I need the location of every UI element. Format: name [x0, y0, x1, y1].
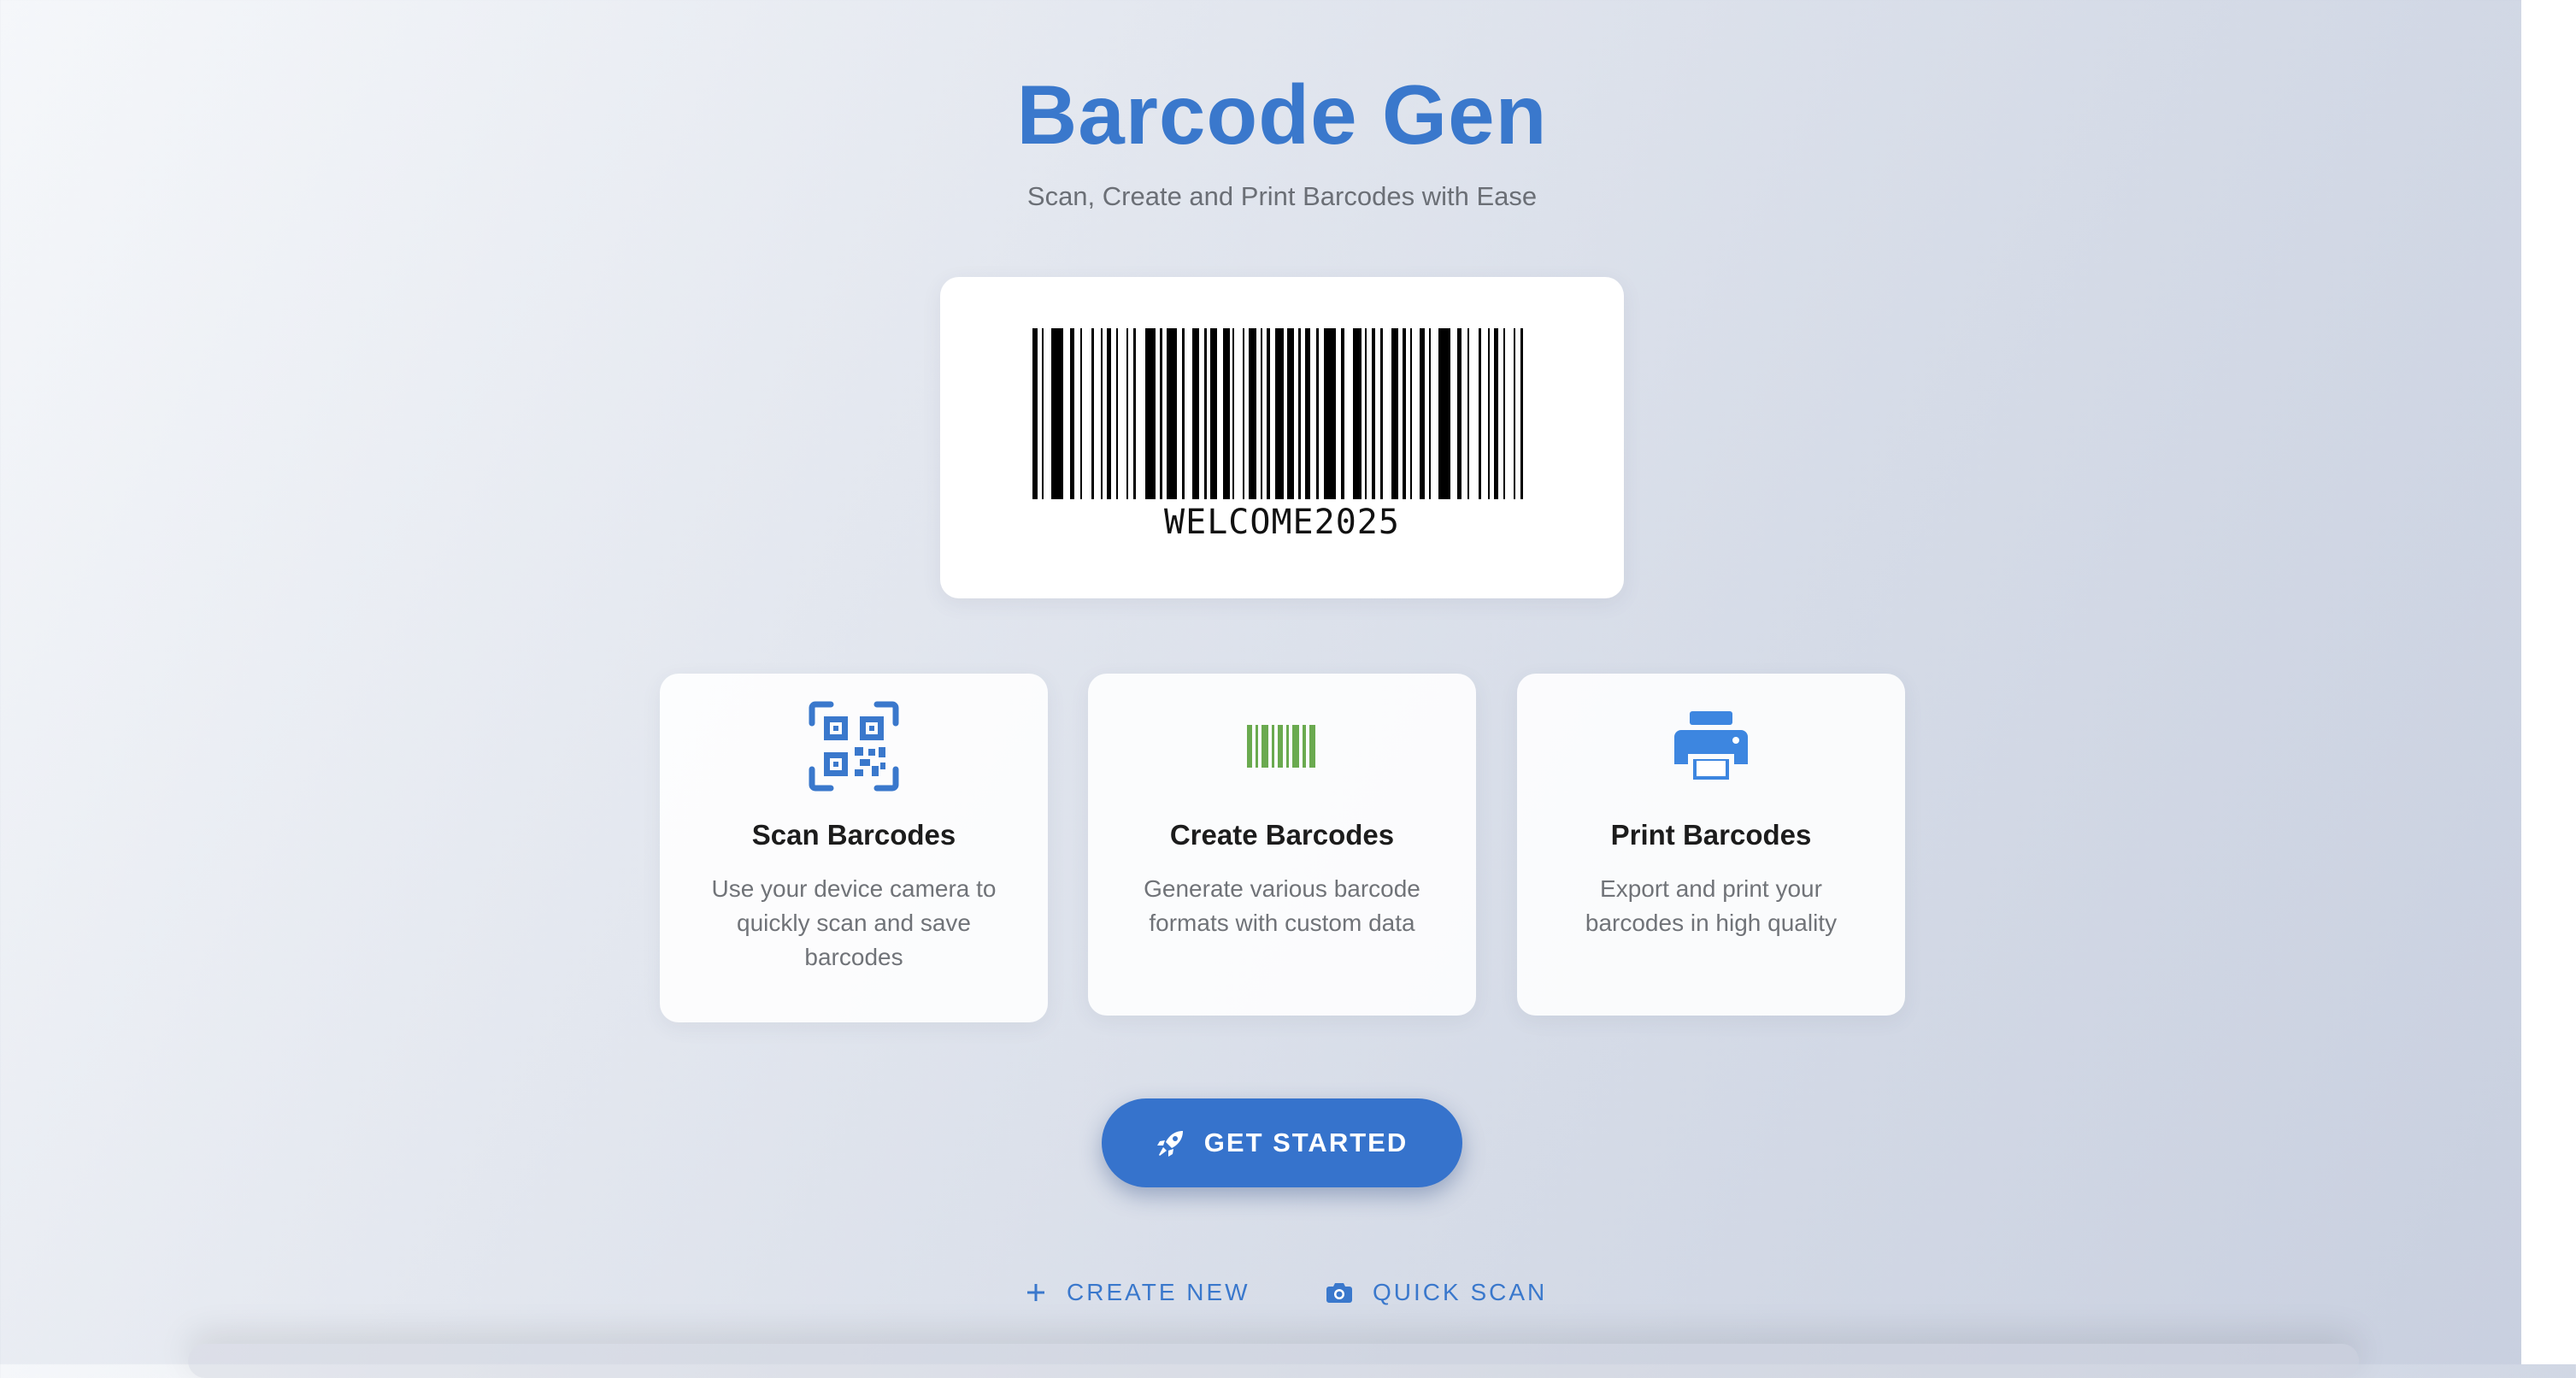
feature-title: Create Barcodes: [1169, 819, 1395, 851]
feature-description: Generate various barcode formats with cu…: [1144, 875, 1420, 936]
feature-title: Print Barcodes: [1610, 819, 1812, 851]
barcode-image: [1032, 328, 1523, 499]
feature-card-create[interactable]: Create Barcodes Generate various barcode…: [1088, 674, 1476, 1016]
bottom-panel-shadow: [188, 1344, 2359, 1378]
plus-icon: [1027, 1284, 1044, 1301]
feature-card-print[interactable]: Print Barcodes Export and print your bar…: [1517, 674, 1905, 1016]
barcode-preview-card: WELCOME2025: [940, 277, 1624, 598]
qr-code-icon: [809, 701, 899, 792]
app-subtitle: Scan, Create and Print Barcodes with Eas…: [1026, 181, 1538, 211]
create-new-button[interactable]: CREATE NEW: [1026, 1274, 1250, 1311]
camera-icon: [1326, 1283, 1352, 1303]
get-started-button[interactable]: GET STARTED: [1102, 1098, 1462, 1187]
feature-description: Use your device camera to quickly scan a…: [711, 875, 997, 970]
printer-icon: [1674, 711, 1748, 780]
quick-scan-button[interactable]: QUICK SCAN: [1326, 1274, 1547, 1311]
get-started-label: GET STARTED: [1203, 1128, 1409, 1157]
create-new-label: CREATE NEW: [1067, 1279, 1250, 1305]
app-title: Barcode Gen: [1016, 68, 1548, 162]
barcode-value: WELCOME2025: [1164, 503, 1400, 542]
feature-description: Export and print your barcodes in high q…: [1585, 875, 1838, 936]
barcode-icon: [1247, 725, 1315, 768]
quick-scan-label: QUICK SCAN: [1373, 1279, 1548, 1305]
rocket-icon: [1156, 1131, 1183, 1157]
feature-title: Scan Barcodes: [751, 819, 956, 851]
feature-card-scan[interactable]: Scan Barcodes Use your device camera to …: [660, 674, 1048, 1022]
